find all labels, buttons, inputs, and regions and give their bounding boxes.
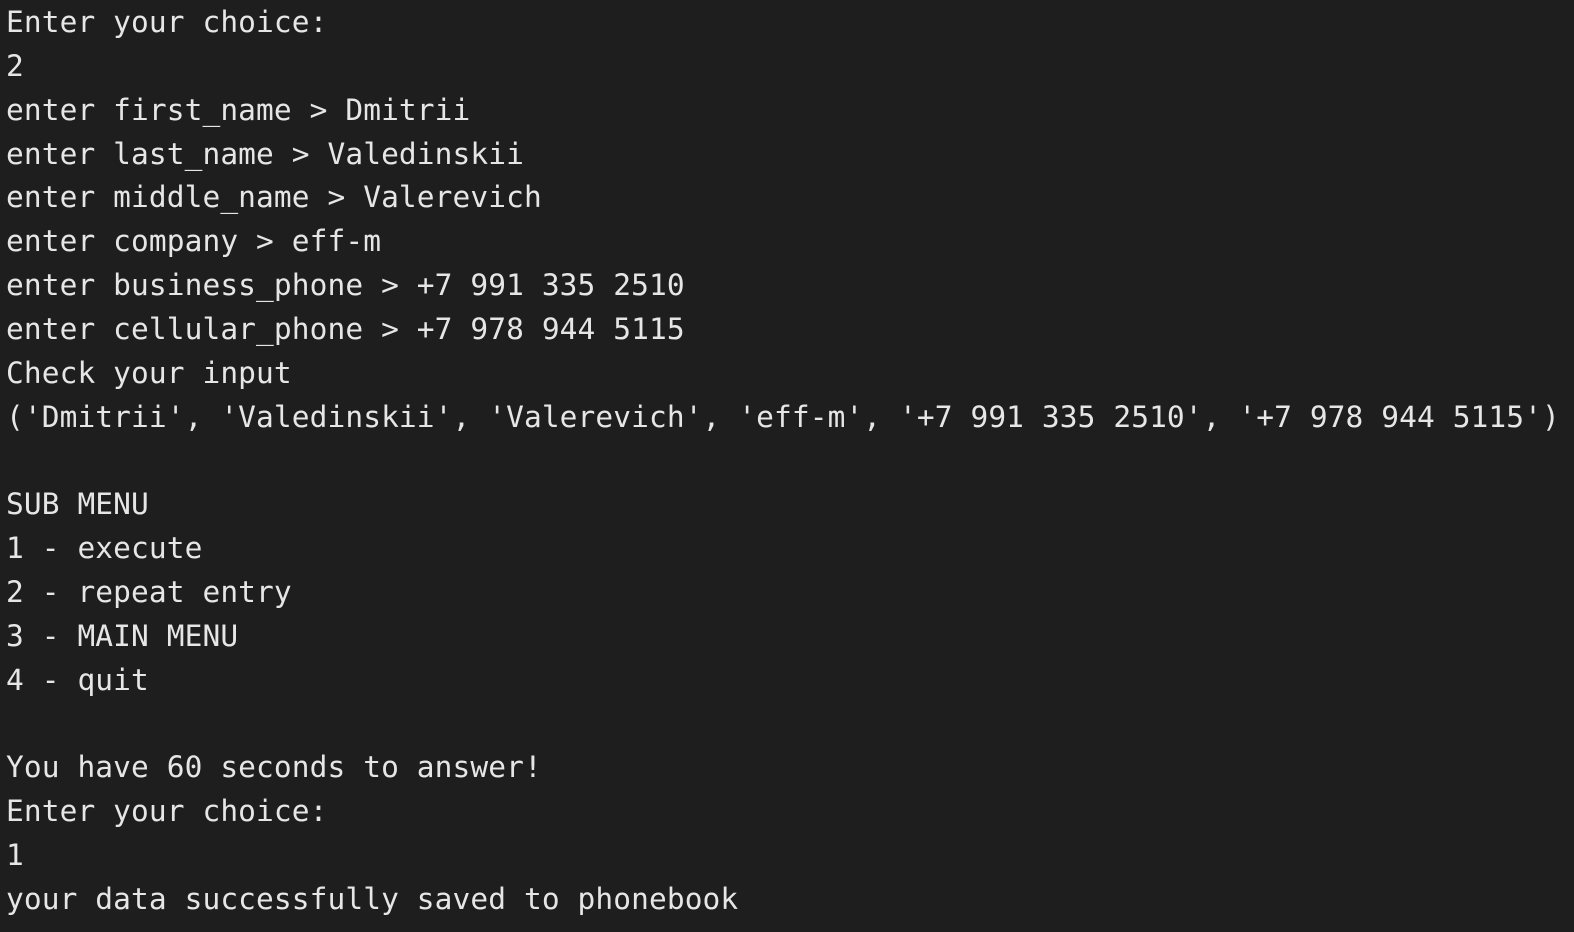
terminal-line: enter business_phone > +7 991 335 2510 [6, 268, 685, 303]
terminal-output[interactable]: Enter your choice: 2 enter first_name > Dm… [6, 1, 1560, 922]
terminal-line: 4 - quit [6, 662, 149, 697]
terminal-line: enter last_name > Valedinskii [6, 136, 524, 171]
terminal-line: 1 [6, 838, 24, 873]
terminal-line: 1 - execute [6, 531, 203, 566]
terminal-line: ('Dmitrii', 'Valedinskii', 'Valerevich',… [6, 399, 1560, 434]
terminal-line: 2 [6, 48, 24, 83]
terminal-line: enter first_name > Dmitrii [6, 92, 471, 127]
terminal-line: Enter your choice: [6, 794, 328, 829]
terminal-line: enter cellular_phone > +7 978 944 5115 [6, 311, 685, 346]
terminal-line: Enter your choice: [6, 5, 328, 39]
terminal-line: SUB MENU [6, 487, 149, 522]
terminal-line: 3 - MAIN MENU [6, 618, 239, 653]
terminal-line: enter middle_name > Valerevich [6, 180, 542, 215]
terminal-line: You have 60 seconds to answer! [6, 750, 542, 785]
terminal-line: 2 - repeat entry [6, 574, 292, 609]
terminal-line: Check your input [6, 355, 292, 390]
terminal-line: your data successfully saved to phoneboo… [6, 881, 739, 916]
terminal-line: enter company > eff-m [6, 224, 382, 259]
